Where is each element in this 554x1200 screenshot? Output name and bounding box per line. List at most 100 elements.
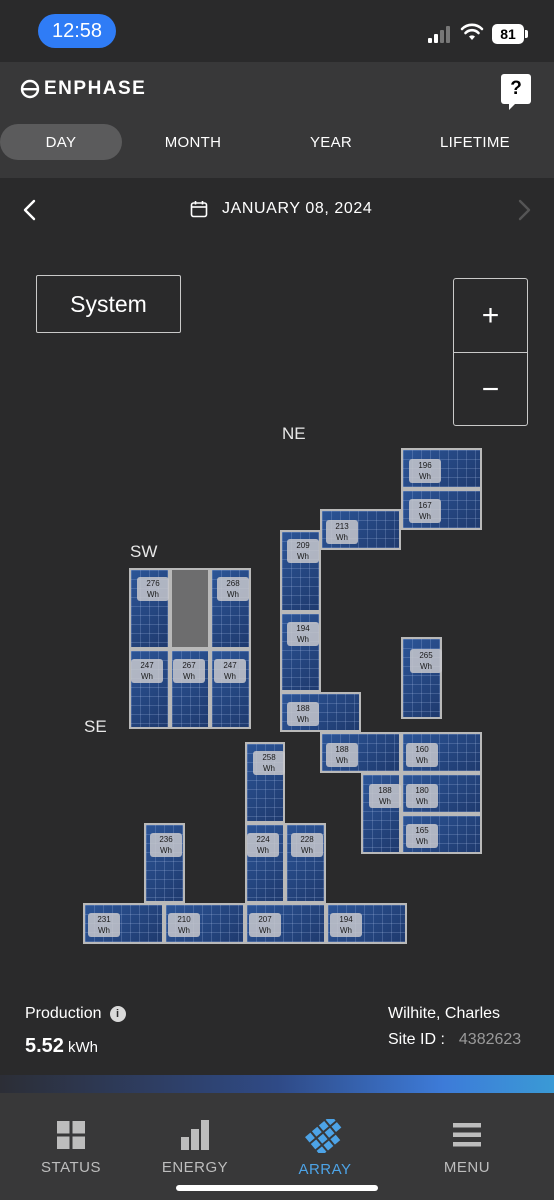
panel-energy-unit: Wh: [297, 635, 309, 644]
panel-energy-unit: Wh: [178, 926, 190, 935]
panel-energy-value: 167: [418, 501, 432, 510]
site-id-label: Site ID :: [388, 1031, 445, 1048]
nav-energy-label: ENERGY: [161, 1159, 229, 1176]
panel-energy-value: 224: [256, 835, 270, 844]
panel-energy-value: 196: [418, 461, 432, 470]
panel-energy-label: 247 Wh: [131, 659, 163, 683]
enphase-logo-icon: [20, 79, 40, 99]
cellular-signal-icon: [428, 25, 454, 43]
zoom-control: + −: [453, 278, 528, 426]
bars-icon: [181, 1120, 209, 1150]
panel-energy-value: 180: [415, 786, 429, 795]
panel-energy-label: 210 Wh: [168, 913, 200, 937]
solar-panel[interactable]: [170, 568, 210, 649]
nav-array[interactable]: ARRAY: [270, 1119, 380, 1178]
panel-energy-label: 196 Wh: [409, 459, 441, 483]
tab-day[interactable]: DAY: [0, 124, 122, 160]
panel-energy-unit: Wh: [416, 797, 428, 806]
production-gradient-bar: [0, 1075, 554, 1093]
panel-energy-unit: Wh: [224, 672, 236, 681]
panel-energy-label: 188 Wh: [287, 702, 319, 726]
panel-energy-value: 231: [97, 915, 111, 924]
panel-energy-value: 267: [182, 661, 196, 670]
orientation-se: SE: [84, 717, 107, 736]
panel-energy-value: 213: [335, 522, 349, 531]
panel-energy-unit: Wh: [98, 926, 110, 935]
tab-month[interactable]: MONTH: [138, 124, 248, 160]
panel-energy-label: 236 Wh: [150, 833, 182, 857]
panel-energy-unit: Wh: [147, 590, 159, 599]
orientation-sw: SW: [130, 542, 158, 561]
panel-energy-value: 209: [296, 541, 310, 550]
panel-energy-label: 165 Wh: [406, 824, 438, 848]
date-navigator: JANUARY 08, 2024: [0, 178, 554, 242]
panel-energy-label: 276 Wh: [137, 577, 169, 601]
panel-energy-unit: Wh: [336, 533, 348, 542]
panel-energy-value: 247: [223, 661, 237, 670]
nav-status[interactable]: STATUS: [16, 1119, 126, 1176]
panel-energy-value: 194: [339, 915, 353, 924]
zoom-in-button[interactable]: +: [454, 279, 527, 352]
panel-energy-unit: Wh: [416, 837, 428, 846]
status-time: 12:58: [38, 14, 116, 48]
production-summary: Production i 5.52 kWh: [25, 1005, 126, 1058]
panel-energy-unit: Wh: [160, 846, 172, 855]
panel-energy-value: 258: [262, 753, 276, 762]
panel-energy-label: 224 Wh: [247, 833, 279, 857]
site-id-value: 4382623: [458, 1031, 522, 1048]
chevron-right-icon[interactable]: [514, 198, 534, 222]
orientation-ne: NE: [282, 424, 306, 443]
panel-energy-value: 165: [415, 826, 429, 835]
nav-energy[interactable]: ENERGY: [140, 1119, 250, 1176]
help-button[interactable]: ?: [501, 74, 531, 110]
brand-name: ENPHASE: [44, 78, 147, 99]
panel-energy-label: 247 Wh: [214, 659, 246, 683]
panel-energy-label: 268 Wh: [217, 577, 249, 601]
panel-energy-value: 188: [335, 745, 349, 754]
panel-energy-value: 188: [296, 704, 310, 713]
panel-energy-unit: Wh: [257, 846, 269, 855]
panel-energy-label: 188 Wh: [326, 743, 358, 767]
grid-icon: [57, 1121, 85, 1149]
panel-energy-label: 180 Wh: [406, 784, 438, 808]
panel-energy-label: 265 Wh: [410, 649, 442, 673]
site-owner: Wilhite, Charles: [388, 1005, 501, 1022]
nav-array-label: ARRAY: [298, 1161, 352, 1178]
panel-energy-unit: Wh: [183, 672, 195, 681]
panel-energy-value: 236: [159, 835, 173, 844]
panel-energy-label: 258 Wh: [253, 751, 285, 775]
panel-energy-unit: Wh: [336, 756, 348, 765]
panel-energy-label: 213 Wh: [326, 520, 358, 544]
panel-energy-unit: Wh: [259, 926, 271, 935]
panel-energy-label: 207 Wh: [249, 913, 281, 937]
panel-energy-value: 207: [258, 915, 272, 924]
selected-date: JANUARY 08, 2024: [222, 200, 373, 217]
tab-lifetime[interactable]: LIFETIME: [420, 124, 530, 160]
panel-energy-value: 160: [415, 745, 429, 754]
production-unit: kWh: [67, 1039, 98, 1056]
panel-energy-value: 276: [146, 579, 160, 588]
panel-energy-label: 231 Wh: [88, 913, 120, 937]
panel-energy-unit: Wh: [419, 472, 431, 481]
tab-year[interactable]: YEAR: [276, 124, 386, 160]
period-tabs: DAY MONTH YEAR LIFETIME: [0, 124, 554, 162]
zoom-out-button[interactable]: −: [454, 353, 527, 426]
chevron-left-icon[interactable]: [20, 198, 40, 222]
nav-menu[interactable]: MENU: [412, 1119, 522, 1176]
panel-energy-unit: Wh: [416, 756, 428, 765]
system-button[interactable]: System: [36, 275, 181, 333]
panel-energy-label: 194 Wh: [330, 913, 362, 937]
panel-energy-label: 267 Wh: [173, 659, 205, 683]
info-icon[interactable]: i: [109, 1006, 126, 1022]
app-header: ENPHASE ? DAY MONTH YEAR LIFETIME: [0, 62, 554, 178]
status-bar: 12:58 81: [0, 0, 554, 62]
calendar-icon: [190, 201, 208, 218]
nav-menu-label: MENU: [443, 1159, 491, 1176]
hamburger-icon: [453, 1123, 481, 1147]
panel-energy-value: 194: [296, 624, 310, 633]
panel-energy-unit: Wh: [297, 715, 309, 724]
date-picker[interactable]: JANUARY 08, 2024: [190, 200, 372, 218]
panel-energy-label: 228 Wh: [291, 833, 323, 857]
panel-energy-value: 188: [378, 786, 392, 795]
site-info: Wilhite, Charles Site ID : 4382623: [388, 1005, 521, 1049]
